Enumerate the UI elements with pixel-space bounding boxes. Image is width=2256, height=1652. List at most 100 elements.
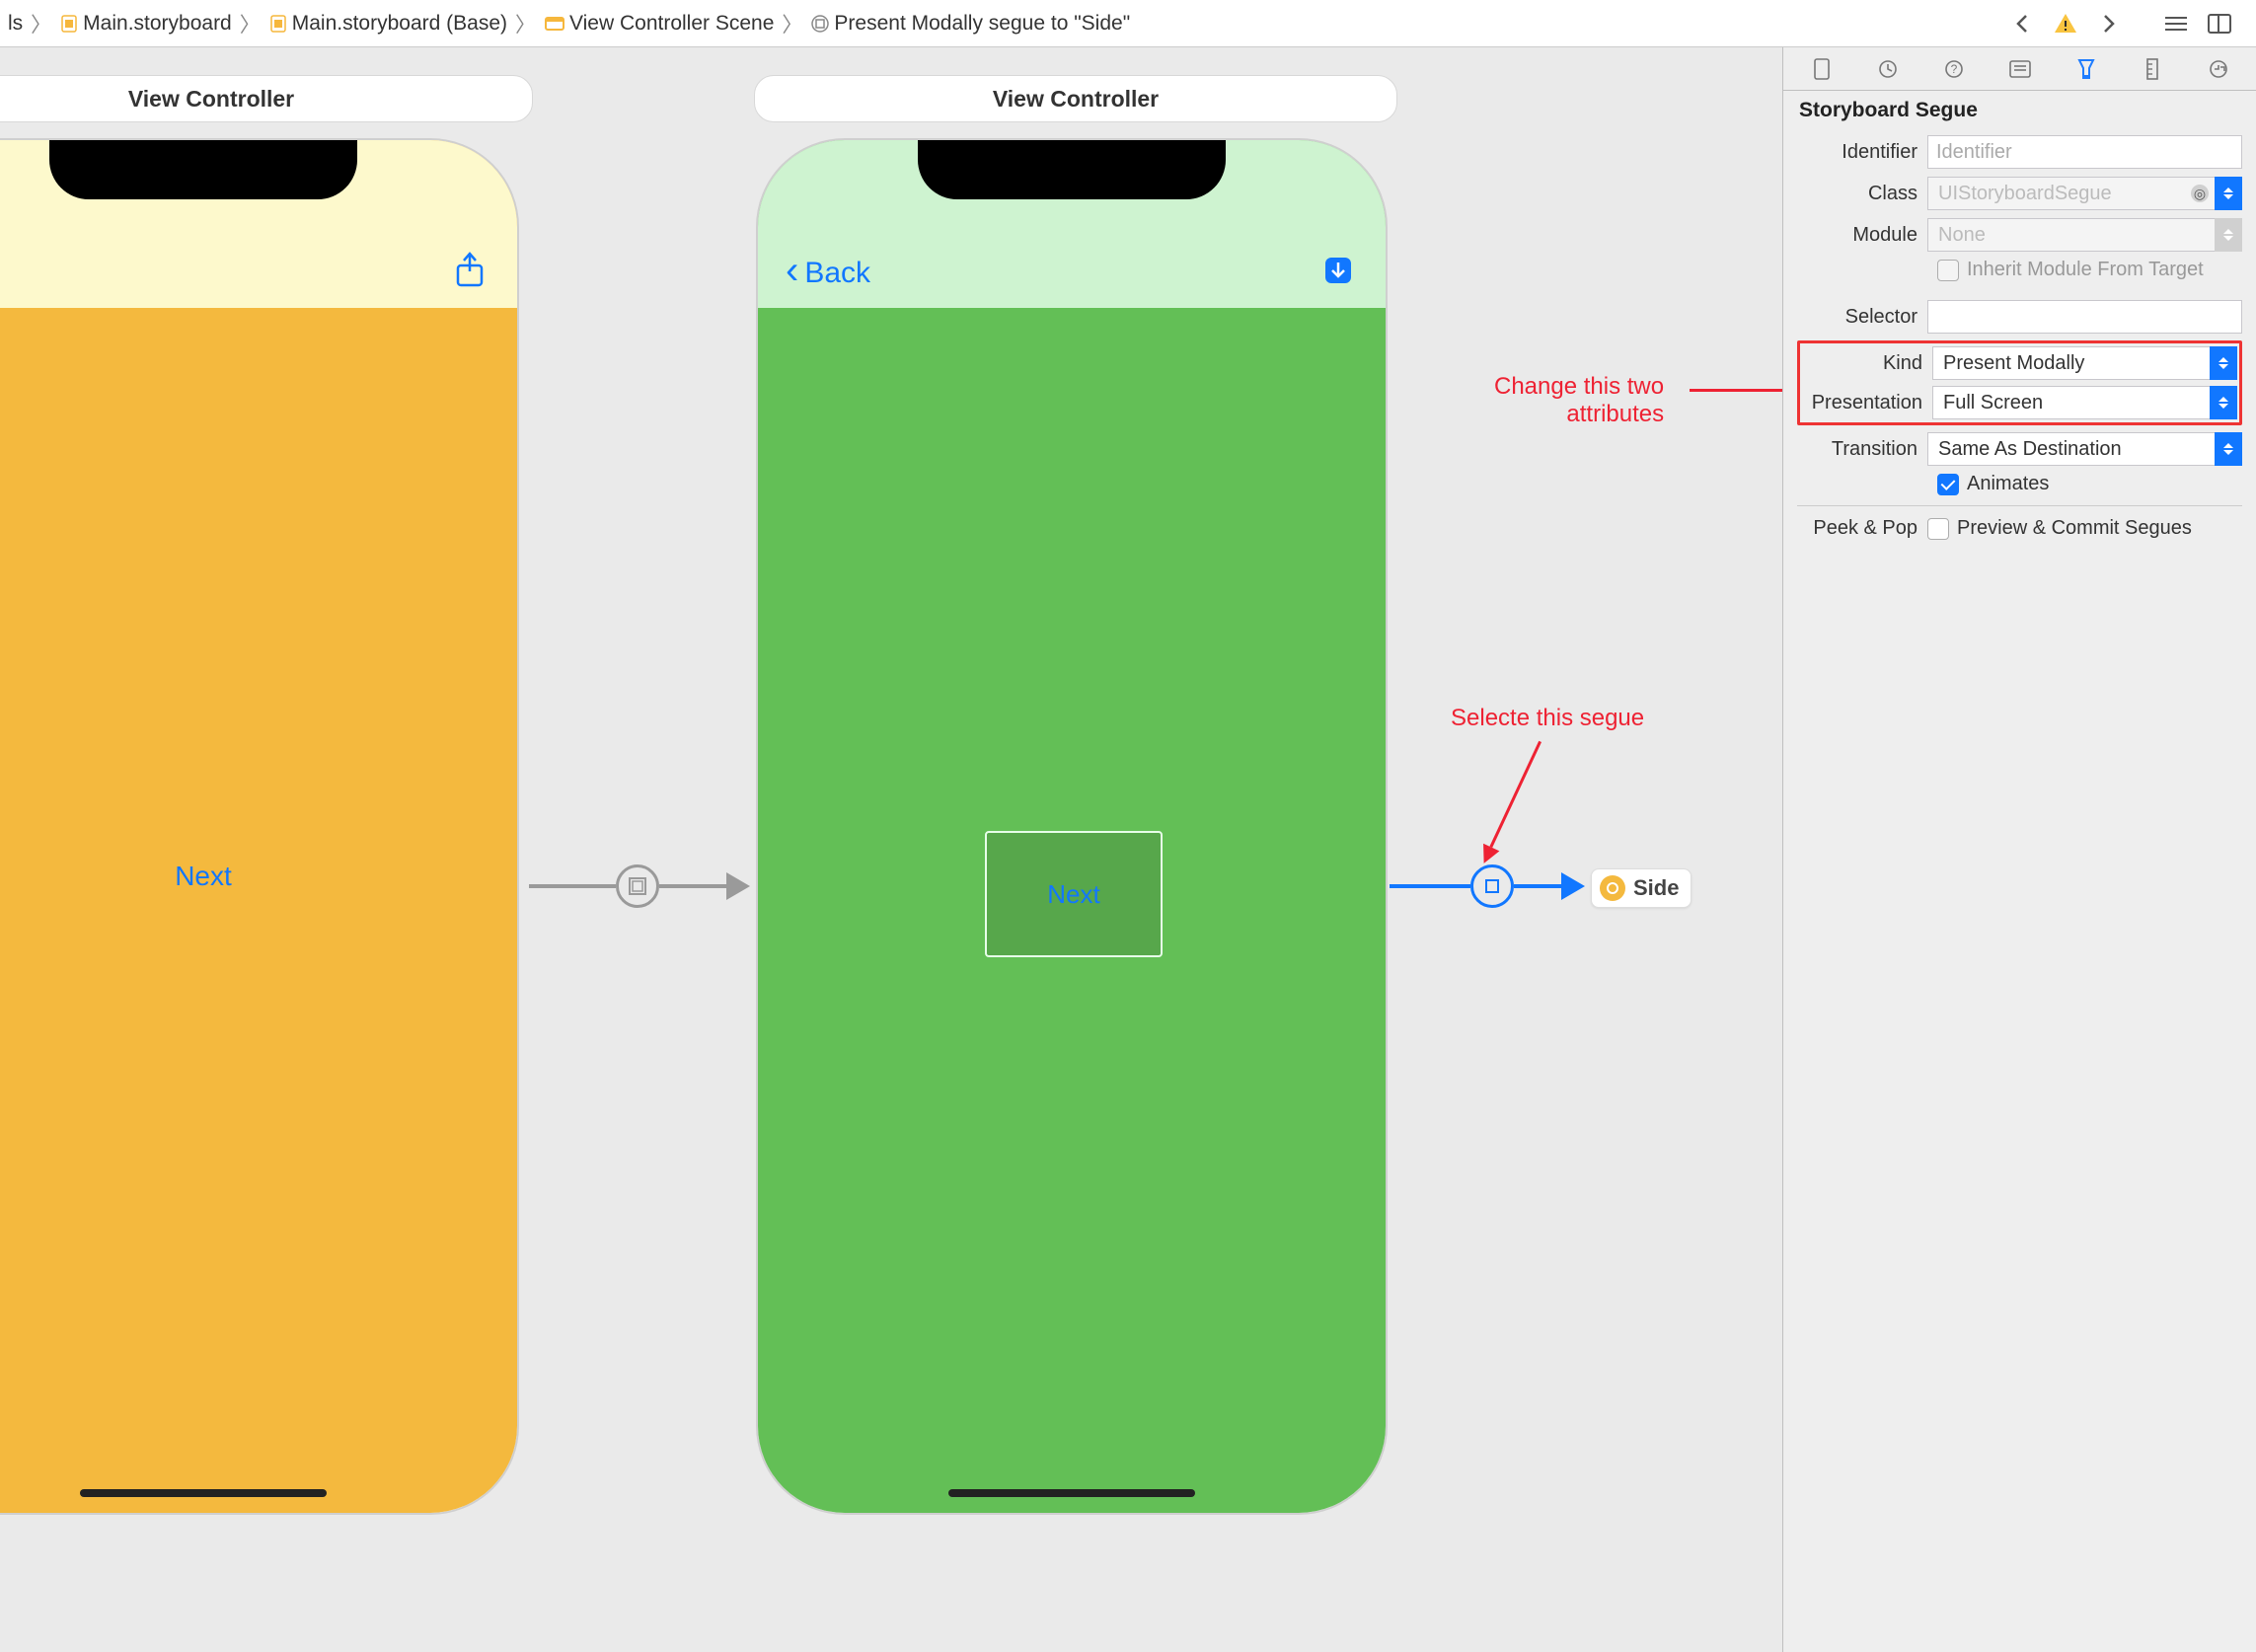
animates-checkbox[interactable] [1937, 474, 1959, 495]
annotation-highlight: Kind Present Modally Presentation [1797, 340, 2242, 425]
transition-select[interactable]: Same As Destination [1927, 432, 2242, 466]
storyboard-file-icon [268, 14, 288, 34]
notch [49, 140, 357, 199]
module-select[interactable]: None [1927, 218, 2242, 252]
label-identifier: Identifier [1797, 141, 1927, 164]
inspector-tool-tabs: ? [1783, 47, 2256, 91]
row-animates: Animates [1797, 473, 2242, 495]
plus-icon[interactable]: ◎ [2191, 185, 2209, 202]
warning-icon[interactable] [2051, 9, 2080, 38]
share-icon[interactable] [450, 251, 489, 290]
annotation-text: Selecte this segue [1451, 705, 1644, 732]
app-root: ls 〉 Main.storyboard 〉 Main.storyboard (… [0, 0, 2256, 1652]
segue-line [659, 884, 728, 888]
breadcrumb: ls 〉 Main.storyboard 〉 Main.storyboard (… [8, 9, 1130, 38]
identity-inspector-tab[interactable] [2007, 56, 2033, 82]
connections-inspector-tab[interactable] [2206, 56, 2231, 82]
toolbar: ls 〉 Main.storyboard 〉 Main.storyboard (… [0, 0, 2256, 47]
main-split: View Controller View Controller [0, 47, 2256, 1652]
nav-forward-button[interactable] [2094, 9, 2124, 38]
segue-icon-circle-selected[interactable] [1470, 864, 1514, 908]
segue-line-selected [1514, 884, 1563, 888]
container-view[interactable]: Next [985, 831, 1163, 957]
vc-title-label: View Controller [128, 86, 294, 113]
segue-icon [810, 14, 830, 34]
toolbar-right [2007, 9, 2248, 38]
inspector-form: Identifier Class UIStoryboardSegue ◎ [1783, 130, 2256, 561]
storyboard-canvas[interactable]: View Controller View Controller [0, 47, 1782, 1652]
segue-icon-circle[interactable] [616, 864, 659, 908]
checkbox-label: Animates [1967, 473, 2049, 495]
phone-frame-vc1[interactable]: Next [0, 138, 519, 1515]
label-transition: Transition [1797, 438, 1927, 461]
class-select[interactable]: UIStoryboardSegue ◎ [1927, 177, 2242, 210]
button-label: Next [175, 861, 232, 891]
row-identifier: Identifier [1797, 134, 2242, 170]
checkbox-label: Inherit Module From Target [1967, 259, 2204, 281]
container-label: Next [1047, 879, 1099, 910]
crumb-scene[interactable]: View Controller Scene 〉 [544, 9, 806, 38]
peek-pop-option-label: Preview & Commit Segues [1957, 517, 2192, 540]
crumb-text: View Controller Scene [569, 12, 774, 36]
chip-label: Side [1633, 875, 1679, 901]
phone-frame-vc2[interactable]: ‹ Back Next [756, 138, 1388, 1515]
dropdown-caret-icon [2210, 386, 2237, 419]
side-scene-chip[interactable]: Side [1591, 868, 1692, 908]
crumb-main-storyboard[interactable]: Main.storyboard 〉 [59, 9, 264, 38]
svg-text:?: ? [1950, 62, 1957, 76]
next-button[interactable]: Next [175, 861, 232, 892]
dropdown-caret-icon [2215, 218, 2242, 252]
history-inspector-tab[interactable] [1875, 56, 1901, 82]
row-peek-pop: Peek & Pop Preview & Commit Segues [1797, 505, 2242, 541]
identifier-input[interactable] [1927, 135, 2242, 169]
phone-screen: ‹ Back Next [758, 140, 1386, 1513]
chevron-right-icon: 〉 [778, 9, 806, 38]
crumb-text: Main.storyboard (Base) [292, 12, 507, 36]
selector-input[interactable] [1927, 300, 2242, 334]
file-inspector-tab[interactable] [1809, 56, 1835, 82]
crumb-prefix[interactable]: ls 〉 [8, 9, 55, 38]
crumb-base[interactable]: Main.storyboard (Base) 〉 [268, 9, 540, 38]
inspector-panel: ? Storyboard Segue Identifier Class [1782, 47, 2256, 1652]
row-presentation: Presentation Full Screen [1802, 385, 2237, 420]
label-selector: Selector [1797, 306, 1927, 329]
crumb-text: Main.storyboard [83, 12, 232, 36]
vc-badge-icon [1600, 875, 1625, 901]
size-inspector-tab[interactable] [2140, 56, 2165, 82]
back-chevron-icon[interactable]: ‹ [786, 251, 798, 290]
canvas-content: View Controller View Controller [0, 47, 1782, 1652]
label-class: Class [1797, 183, 1927, 205]
segue-arrowhead [726, 872, 750, 900]
crumb-segue[interactable]: Present Modally segue to "Side" [810, 12, 1130, 36]
row-class: Class UIStoryboardSegue ◎ [1797, 176, 2242, 211]
chevron-right-icon: 〉 [511, 9, 540, 38]
dropdown-caret-icon [2215, 432, 2242, 466]
nav-back-button[interactable] [2007, 9, 2037, 38]
scene-icon [544, 13, 565, 35]
download-icon[interactable] [1318, 251, 1358, 290]
inherit-module-checkbox[interactable] [1937, 260, 1959, 281]
segue-arrowhead-selected [1561, 872, 1585, 900]
row-kind: Kind Present Modally [1802, 345, 2237, 381]
chevron-right-icon: 〉 [236, 9, 264, 38]
row-transition: Transition Same As Destination [1797, 431, 2242, 467]
crumb-text: Present Modally segue to "Side" [834, 12, 1130, 36]
vc1-title-bar[interactable]: View Controller [0, 75, 533, 122]
segue-line [529, 884, 616, 888]
attributes-inspector-tab[interactable] [2073, 56, 2099, 82]
document-outline-toggle[interactable] [2161, 9, 2191, 38]
row-selector: Selector [1797, 299, 2242, 335]
vc2-title-bar[interactable]: View Controller [754, 75, 1397, 122]
vc-title-label: View Controller [993, 86, 1159, 113]
row-inherit-module: Inherit Module From Target [1797, 259, 2242, 281]
kind-select[interactable]: Present Modally [1932, 346, 2237, 380]
back-button-label[interactable]: Back [804, 257, 870, 290]
dropdown-caret-icon [2210, 346, 2237, 380]
annotation-text: Change this two attributes [1494, 373, 1664, 428]
label-module: Module [1797, 224, 1927, 247]
presentation-select[interactable]: Full Screen [1932, 386, 2237, 419]
help-inspector-tab[interactable]: ? [1941, 56, 1967, 82]
home-indicator [80, 1489, 327, 1497]
peek-pop-checkbox[interactable] [1927, 518, 1949, 540]
adjust-editor-button[interactable] [2205, 9, 2234, 38]
